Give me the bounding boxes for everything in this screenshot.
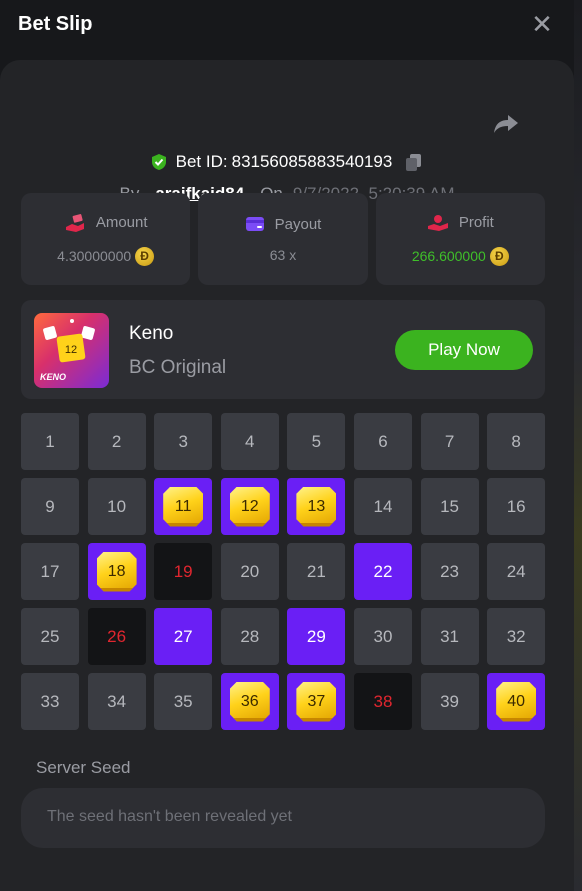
keno-cell: 22 (353, 543, 412, 600)
keno-cell: 18 (87, 543, 146, 600)
close-icon[interactable]: ✕ (528, 9, 556, 39)
keno-cell: 3 (154, 413, 213, 470)
keno-cell: 7 (420, 413, 479, 470)
gem-icon: 13 (296, 486, 337, 527)
game-subtitle: BC Original (129, 357, 227, 378)
keno-cell: 15 (420, 478, 479, 535)
keno-cell: 23 (420, 543, 479, 600)
server-seed-label: Server Seed (36, 758, 131, 777)
keno-cell: 24 (487, 543, 546, 600)
copy-icon[interactable] (404, 152, 424, 172)
keno-cell: 30 (353, 608, 412, 665)
keno-cell: 39 (420, 673, 479, 730)
card-icon (245, 217, 264, 231)
keno-cell: 27 (154, 608, 213, 665)
bet-id-label: Bet ID: (175, 152, 228, 171)
payout-label: Payout (274, 215, 322, 233)
keno-cell: 31 (420, 608, 479, 665)
keno-cell: 36 (220, 673, 279, 730)
keno-cell: 11 (154, 478, 213, 535)
amount-value: 4.30000000 (57, 248, 132, 264)
keno-cell: 21 (287, 543, 346, 600)
keno-cell: 33 (21, 673, 79, 730)
gem-icon: 18 (96, 551, 137, 592)
payout-value: 63 x (269, 246, 297, 263)
keno-thumb-label: KENO (40, 372, 67, 382)
keno-cell: 20 (220, 543, 279, 600)
shield-check-icon (151, 154, 166, 170)
game-name: Keno (129, 323, 174, 344)
profit-label: Profit (458, 214, 494, 231)
share-icon[interactable] (493, 112, 519, 136)
keno-cell: 8 (487, 413, 546, 470)
play-now-button[interactable]: Play Now (395, 330, 533, 370)
coin-icon: Đ (135, 246, 155, 266)
profit-value: 266.600000 (411, 248, 486, 264)
stat-amount: Amount 4.30000000 Đ (21, 193, 191, 285)
keno-cell: 26 (87, 608, 146, 665)
game-card: 12 KENO Keno BC Original Play Now (21, 300, 545, 399)
stat-payout: Payout 63 x (198, 193, 368, 285)
keno-cell: 4 (220, 413, 279, 470)
bet-id-value: 83156085883540193 (231, 152, 393, 171)
keno-cell: 25 (21, 608, 79, 665)
stat-profit: Profit 266.600000 Đ (375, 193, 545, 285)
profit-hand-icon (427, 214, 448, 231)
bet-id-row: Bet ID: 83156085883540193 (0, 152, 574, 172)
money-hand-icon (65, 213, 84, 232)
gem-icon: 11 (163, 486, 204, 527)
keno-cell: 19 (154, 543, 213, 600)
bet-slip-header: Bet Slip ✕ (0, 0, 574, 48)
keno-cell: 34 (87, 673, 146, 730)
keno-thumbnail[interactable]: 12 KENO (34, 313, 109, 388)
keno-cell: 2 (87, 413, 146, 470)
keno-cell: 17 (21, 543, 79, 600)
server-seed-field[interactable]: The seed hasn't been revealed yet (21, 788, 545, 848)
bet-stats: Amount 4.30000000 Đ Payout 63 x Profit 2… (21, 193, 545, 285)
keno-cell: 6 (353, 413, 412, 470)
amount-label: Amount (95, 214, 148, 231)
coin-icon: Đ (489, 246, 509, 266)
keno-cell: 40 (487, 673, 546, 730)
background-edge (574, 0, 582, 891)
keno-cell: 28 (220, 608, 279, 665)
keno-cell: 5 (287, 413, 346, 470)
gem-icon: 36 (229, 681, 270, 722)
keno-grid: 1 2 3 4 5 6 7 8 9 10 11 12 13 14 15 16 17 18 19 20 21 22 23 24 2… (21, 413, 546, 730)
keno-cell: 35 (154, 673, 213, 730)
keno-cell: 14 (353, 478, 412, 535)
keno-cell: 16 (487, 478, 546, 535)
keno-cell: 32 (487, 608, 546, 665)
keno-cell: 10 (87, 478, 146, 535)
page-title: Bet Slip (18, 12, 93, 35)
gem-icon: 40 (496, 681, 537, 722)
keno-cell: 1 (21, 413, 79, 470)
keno-cell: 29 (287, 608, 346, 665)
svg-text:12: 12 (65, 344, 77, 356)
gem-icon: 12 (229, 486, 270, 527)
keno-cell: 9 (21, 478, 79, 535)
keno-cell: 37 (287, 673, 346, 730)
keno-cell: 12 (220, 478, 279, 535)
keno-cell: 38 (353, 673, 412, 730)
gem-icon: 37 (296, 681, 337, 722)
keno-cell: 13 (287, 478, 346, 535)
